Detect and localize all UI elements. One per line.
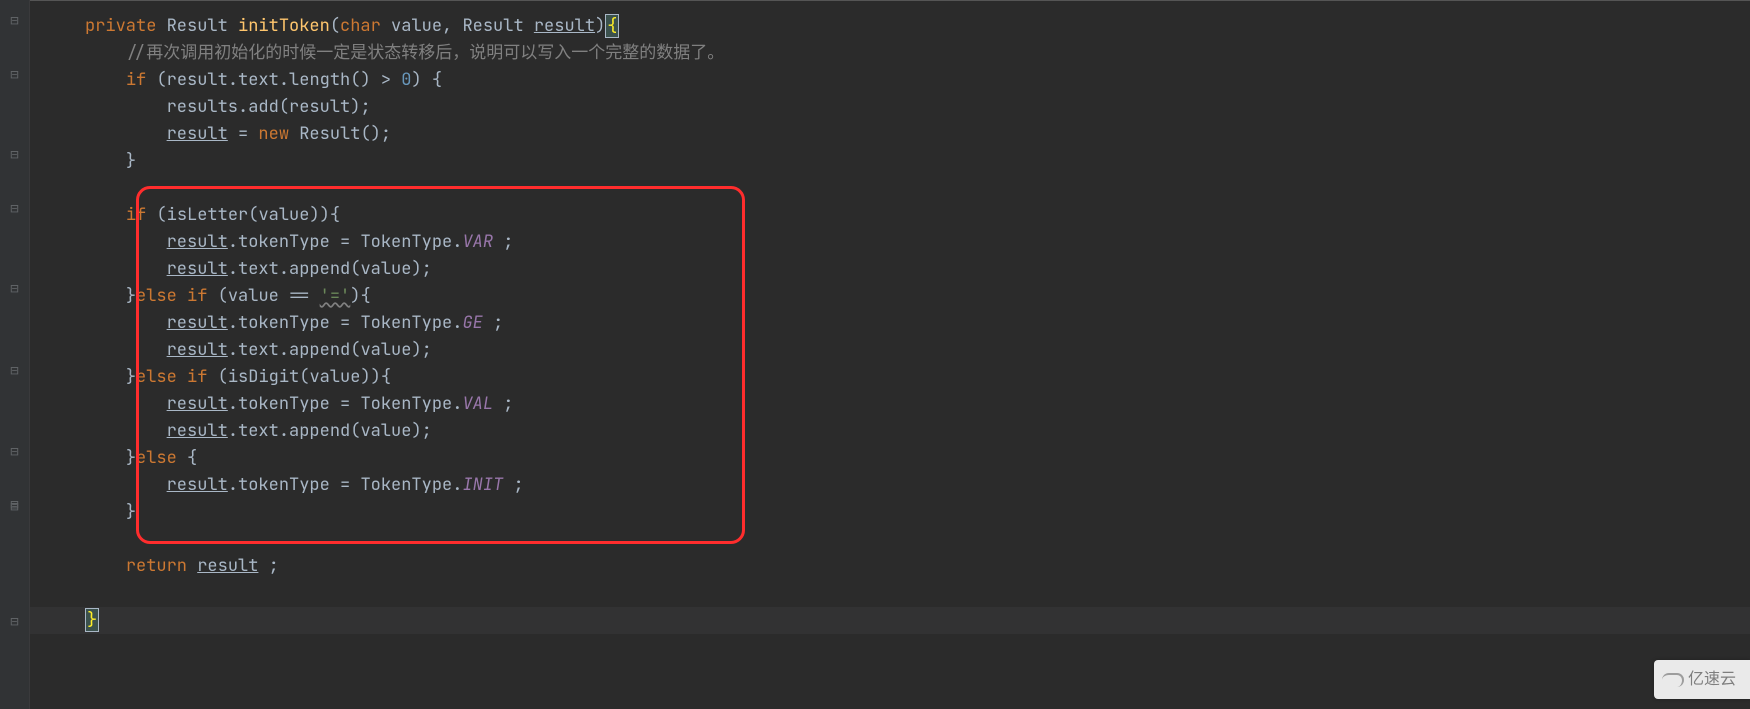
fold-icon[interactable]: ⊟	[9, 617, 20, 628]
fold-icon[interactable]: ⊟	[9, 447, 20, 458]
gutter: ⊟ ⊟ ⊟ ⊟ ⊟ ⊟ ⊟ ⊟ ⊟ ⊟	[0, 0, 30, 709]
fold-icon[interactable]: ⊟	[9, 284, 20, 295]
fold-icon[interactable]: ⊟	[9, 16, 20, 27]
fold-icon[interactable]: ⊟	[9, 366, 20, 377]
watermark-text: 亿速云	[1688, 671, 1736, 688]
fold-icon[interactable]: ⊟	[9, 70, 20, 81]
fold-icon[interactable]: ⊟	[9, 204, 20, 215]
code-area[interactable]: private Result initToken(char value, Res…	[30, 0, 1750, 709]
code-text: private Result initToken(char value, Res…	[85, 13, 1750, 634]
fold-icon[interactable]: ⊟	[9, 150, 20, 161]
watermark-badge: 亿速云	[1654, 660, 1750, 699]
code-editor[interactable]: ⊟ ⊟ ⊟ ⊟ ⊟ ⊟ ⊟ ⊟ ⊟ ⊟ private Result initT…	[0, 0, 1750, 709]
fold-icon[interactable]: ⊟	[9, 502, 20, 513]
